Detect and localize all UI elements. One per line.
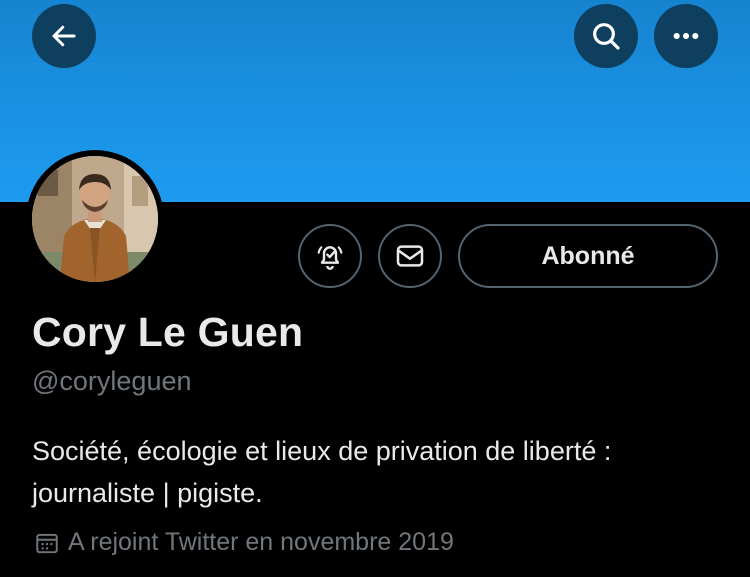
avatar-photo [32,156,158,282]
profile-handle: @coryleguen [32,366,192,396]
joined-text: A rejoint Twitter en novembre 2019 [68,528,454,556]
search-button[interactable] [574,4,638,68]
search-icon [593,23,620,50]
arrow-left-icon [52,25,76,47]
more-horizontal-icon [673,32,699,40]
envelope-icon [396,245,424,267]
calendar-icon [36,533,58,553]
more-options-button[interactable] [654,4,718,68]
profile-name: Cory Le Guen [32,309,304,355]
message-button[interactable] [378,224,442,288]
bio-line: journaliste | pigiste. [32,478,263,508]
profile-bio: Société, écologie et lieux de privation … [32,430,732,514]
avatar [32,156,158,282]
back-button[interactable] [32,4,96,68]
bio-line: Société, écologie et lieux de privation … [32,436,612,466]
bell-check-icon [317,246,343,270]
following-button[interactable]: Abonné [458,224,718,288]
joined-date: A rejoint Twitter en novembre 2019 [34,528,454,557]
notifications-button[interactable] [298,224,362,288]
avatar-frame[interactable] [26,150,164,288]
